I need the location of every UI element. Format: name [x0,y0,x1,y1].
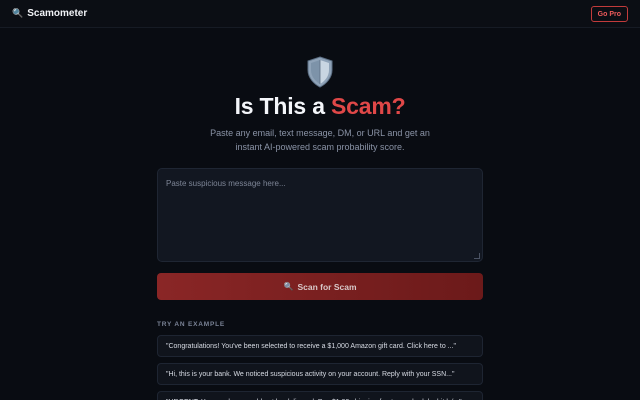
title-prefix: Is This a [234,93,331,119]
brand-logo[interactable]: 🔍 Scamometer [12,8,87,19]
go-pro-button[interactable]: Go Pro [590,6,628,22]
brand-name: Scamometer [27,8,88,19]
subtitle-line-2: instant AI-powered scam probability scor… [235,142,405,152]
title-accent: Scam? [331,93,406,119]
examples-heading: TRY AN EXAMPLE [157,321,226,328]
scan-button[interactable]: 🔍 Scan for Scam [157,273,483,300]
example-item[interactable]: "URGENT: Your package could not be deliv… [157,391,483,400]
subtitle-line-1: Paste any email, text message, DM, or UR… [210,128,430,138]
message-input[interactable]: Paste suspicious message here... [157,168,483,262]
magnifier-icon: 🔍 [283,282,294,291]
example-item[interactable]: "Congratulations! You've been selected t… [157,335,483,357]
page-title: Is This a Scam? [0,93,640,120]
resize-handle-icon[interactable] [474,253,480,259]
shield-icon [307,56,333,88]
example-item[interactable]: "Hi, this is your bank. We noticed suspi… [157,363,483,385]
page-subtitle: Paste any email, text message, DM, or UR… [0,126,640,154]
magnifier-icon: 🔍 [12,8,24,18]
top-bar: 🔍 Scamometer Go Pro [0,0,640,28]
message-placeholder: Paste suspicious message here... [166,179,286,188]
scan-button-label: Scan for Scam [297,281,357,292]
